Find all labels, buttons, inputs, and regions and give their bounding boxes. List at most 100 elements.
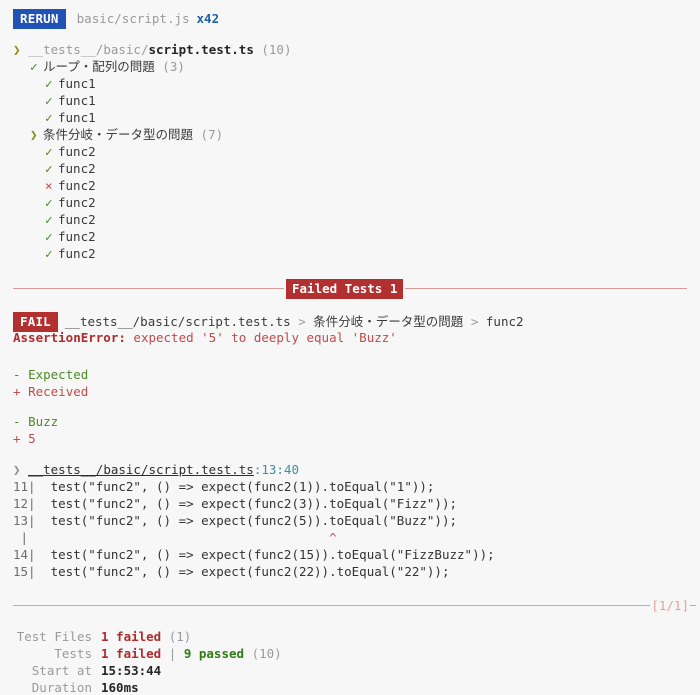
failed-tests-separator: Failed Tests 1	[0, 278, 700, 299]
code-line-number: 13|	[13, 513, 36, 528]
test-suite-count: (3)	[162, 59, 185, 74]
test-case-name: func2	[58, 144, 96, 159]
code-line-text: test("func2", () => expect(func2(5)).toE…	[35, 513, 458, 528]
test-file-count: (10)	[261, 42, 292, 57]
summary-value-duration: 160ms	[101, 680, 139, 695]
code-frame-file-path[interactable]: __tests__/basic/script.test.ts	[28, 462, 254, 477]
code-line-text: test("func2", () => expect(func2(22)).to…	[35, 564, 450, 579]
code-line: 15| test("func2", () => expect(func2(22)…	[13, 563, 700, 580]
test-file-name: script.test.ts	[148, 42, 254, 57]
summary-passed-count: 9 passed	[183, 646, 245, 661]
summary-row-duration: Duration 160ms	[0, 679, 700, 695]
test-suite-row[interactable]: ❯ 条件分岐・データ型の問題 (7)	[13, 126, 700, 143]
summary-value-test-files: 1 failed (1)	[101, 628, 191, 645]
test-case-row[interactable]: ✓ func2	[13, 160, 700, 177]
pager-rule-left	[13, 604, 651, 606]
failure-test-name: func2	[485, 314, 524, 329]
rerun-badge: RERUN	[13, 9, 66, 29]
test-case-row[interactable]: ✓ func2	[13, 211, 700, 228]
code-line-number: 11|	[13, 479, 36, 494]
test-case-row[interactable]: ✓ func1	[13, 75, 700, 92]
failure-suite-name: 条件分岐・データ型の問題	[313, 314, 464, 329]
test-case-row[interactable]: ✓ func1	[13, 92, 700, 109]
test-suite-title: ループ・配列の問題	[43, 59, 155, 74]
assertion-error-message: expected '5' to deeply equal 'Buzz'	[125, 330, 397, 345]
code-line: 13| test("func2", () => expect(func2(5))…	[13, 512, 700, 529]
test-case-name: func2	[58, 195, 96, 210]
diff-expected-sign: -	[13, 367, 21, 382]
test-case-name: func1	[58, 76, 96, 91]
code-line-text: test("func2", () => expect(func2(1)).toE…	[35, 479, 435, 494]
summary-label-tests: Tests	[54, 646, 92, 661]
code-frame-location-row[interactable]: ❯ __tests__/basic/script.test.ts:13:40	[13, 461, 700, 478]
diff-expected-label: Expected	[28, 367, 89, 382]
check-icon: ✓	[45, 93, 53, 108]
test-case-row[interactable]: ✓ func2	[13, 143, 700, 160]
code-frame-line-column: :13:40	[253, 462, 299, 477]
summary-total-count: (1)	[168, 629, 192, 644]
diff-legend-expected: - Expected	[13, 366, 700, 383]
diff-row-received-sign: +	[13, 431, 21, 446]
code-line-text: test("func2", () => expect(func2(15)).to…	[35, 547, 495, 562]
test-case-name: func2	[58, 246, 96, 261]
test-file-row[interactable]: ❯ __tests__/basic/script.test.ts (10)	[13, 41, 700, 58]
summary-total-count: (10)	[251, 646, 282, 661]
cross-icon: ×	[45, 178, 53, 193]
test-case-row-failed[interactable]: × func2	[13, 177, 700, 194]
separator-rule-left	[13, 288, 284, 289]
summary-row-start-at: Start at 15:53:44	[0, 662, 700, 679]
pager-rule-right	[690, 604, 696, 606]
check-icon: ✓	[45, 161, 53, 176]
rerun-header: RERUN basic/script.js x42	[0, 0, 700, 29]
check-icon: ✓	[45, 110, 53, 125]
code-line-text: test("func2", () => expect(func2(3)).toE…	[35, 496, 458, 511]
code-line-number: |	[13, 530, 29, 545]
test-case-name: func2	[58, 161, 96, 176]
diff-spacer	[13, 400, 700, 413]
failed-tests-label: Failed Tests 1	[286, 278, 404, 299]
summary-label-test-files: Test Files	[16, 629, 92, 644]
test-case-row[interactable]: ✓ func2	[13, 194, 700, 211]
chevron-right-icon: ❯	[13, 42, 21, 57]
diff-row-received-value: 5	[28, 431, 36, 446]
diff-legend-received: + Received	[13, 383, 700, 400]
pager-index: [1/1]	[651, 597, 689, 613]
summary-failed-count: 1 failed	[101, 646, 162, 661]
diff-row-expected-value: Buzz	[28, 414, 59, 429]
terminal-output: RERUN basic/script.js x42 ❯ __tests__/basi…	[0, 0, 700, 695]
code-line: 12| test("func2", () => expect(func2(3))…	[13, 495, 700, 512]
error-caret-icon: ^	[28, 530, 337, 545]
check-icon: ✓	[45, 229, 53, 244]
failure-separator-2: >	[470, 314, 479, 329]
test-case-name: func2	[58, 229, 96, 244]
code-line: 11| test("func2", () => expect(func2(1))…	[13, 478, 700, 495]
run-summary: Test Files 1 failed (1) Tests 1 failed |…	[0, 612, 700, 695]
failure-file-path: __tests__/basic/script.test.ts	[64, 314, 291, 329]
test-file-path-dim: __tests__/basic/	[28, 42, 149, 57]
summary-value-start-at: 15:53:44	[101, 663, 162, 678]
code-line-number: 15|	[13, 564, 36, 579]
check-icon: ✓	[45, 212, 53, 227]
summary-label-start-at: Start at	[31, 663, 92, 678]
diff-block: - Expected + Received - Buzz + 5	[0, 346, 700, 447]
test-case-name: func1	[58, 93, 96, 108]
check-icon: ✓	[45, 144, 53, 159]
chevron-right-icon: ❯	[30, 127, 38, 142]
summary-failed-count: 1 failed	[101, 629, 162, 644]
pager-separator: [1/1]	[0, 597, 700, 613]
summary-label-duration: Duration	[31, 680, 92, 695]
summary-row-tests: Tests 1 failed | 9 passed (10)	[0, 645, 700, 662]
diff-row-expected-sign: -	[13, 414, 21, 429]
diff-row-received: + 5	[13, 430, 700, 447]
rerun-file-label: basic/script.js	[76, 11, 190, 26]
separator-rule-right	[405, 288, 687, 289]
test-suite-count: (7)	[200, 127, 224, 142]
test-suite-row[interactable]: ✓ ループ・配列の問題 (3)	[13, 58, 700, 75]
diff-row-expected: - Buzz	[13, 413, 700, 430]
test-case-row[interactable]: ✓ func1	[13, 109, 700, 126]
test-case-row[interactable]: ✓ func2	[13, 228, 700, 245]
test-case-name: func1	[58, 110, 96, 125]
code-line-number: 14|	[13, 547, 36, 562]
code-frame: ❯ __tests__/basic/script.test.ts:13:40 1…	[0, 447, 700, 580]
test-case-row[interactable]: ✓ func2	[13, 245, 700, 262]
